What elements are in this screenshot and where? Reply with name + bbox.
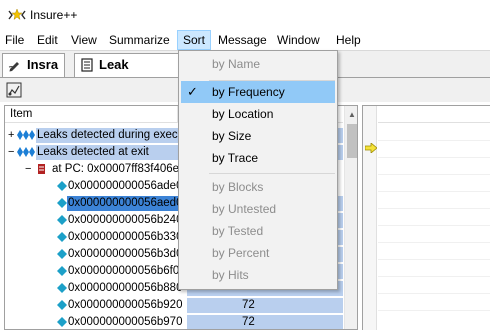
scroll-up-icon[interactable]: ▲ [348,110,356,119]
checkmark-icon: ✓ [187,84,198,99]
expand-toggle[interactable]: + [8,127,14,144]
tree-row-label: 0x000000000056b330 [68,231,183,243]
source-header [378,106,490,123]
collapse-toggle[interactable]: − [25,161,31,178]
menu-separator [209,173,335,174]
document-icon [81,58,93,72]
grid-line [378,140,490,141]
current-line-arrow-icon [365,143,377,153]
menu-summarize[interactable]: Summarize [104,30,175,50]
tree-row-label: 0x000000000056b970 [68,316,183,328]
tree-row-label: Leaks detected during exec [37,129,178,141]
grid-line [378,242,490,243]
gutter [363,106,377,330]
row-highlight [187,315,343,329]
menu-item-by-hits[interactable]: by Hits [181,264,335,286]
stack-frame-icon [38,164,45,174]
tree-row[interactable]: 0x000000000056b920 72 [5,297,343,314]
tree-row-label: 0x000000000056b880 [68,282,183,294]
vertical-scrollbar[interactable]: ▲ [344,106,357,329]
leak-block-icon [57,181,67,191]
tab-insra-label: Insra [27,57,59,72]
menu-edit[interactable]: Edit [32,30,63,50]
menu-item-by-percent[interactable]: by Percent [181,242,335,264]
menu-window[interactable]: Window [272,30,325,50]
grid-line [378,157,490,158]
pointer-tool-icon[interactable] [6,82,22,98]
menu-item-by-name[interactable]: by Name [181,53,335,75]
sort-menu: by Name ✓ by Frequency by Location by Si… [178,50,338,290]
leak-count: 72 [242,316,255,328]
leak-block-icon [57,249,67,259]
collapse-toggle[interactable]: − [8,144,14,161]
menu-item-by-location[interactable]: by Location [181,103,335,125]
tree-row[interactable]: 0x000000000056b970 72 [5,314,343,329]
grid-line [378,208,490,209]
title-bar: Insure++ [0,0,490,30]
tree-row-label: 0x000000000056b240 [68,214,183,226]
tree-row-label: 0x000000000056b6f0 [68,265,180,277]
menu-bar: File Edit View Summarize Sort Message Wi… [0,30,490,50]
column-header-item: Item [10,108,33,120]
grid-line [378,293,490,294]
grid-line [378,191,490,192]
menu-file[interactable]: File [0,30,29,50]
leak-group-icon [17,130,35,140]
tree-row-label: Leaks detected at exit [37,146,149,158]
menu-message[interactable]: Message [213,30,272,50]
leak-block-icon [57,283,67,293]
menu-item-by-untested[interactable]: by Untested [181,198,335,220]
grid-line [378,276,490,277]
app-logo-icon [8,8,26,21]
menu-item-by-blocks[interactable]: by Blocks [181,176,335,198]
menu-item-by-size[interactable]: by Size [181,125,335,147]
leak-block-icon [57,317,67,327]
leak-count: 72 [242,299,255,311]
tree-row-label: 0x000000000056ade0 [68,180,183,192]
tree-row-label: 0x000000000056aed0 [68,197,183,209]
grid-line [378,174,490,175]
tree-row-label: 0x000000000056b3d0 [68,248,183,260]
window-title: Insure++ [30,8,78,22]
source-panel[interactable] [362,105,490,330]
scrollbar-thumb[interactable] [347,124,357,158]
leak-block-icon [57,215,67,225]
leak-group-icon [17,147,35,157]
menu-item-by-tested[interactable]: by Tested [181,220,335,242]
tree-row-label: at PC: 0x00007ff83f406e [52,163,180,175]
menu-item-by-frequency-label: by Frequency [212,85,285,99]
leak-block-icon [57,198,67,208]
menu-help[interactable]: Help [331,30,366,50]
menu-view[interactable]: View [66,30,102,50]
tree-row-label: 0x000000000056b920 [68,299,183,311]
grid-line [378,259,490,260]
leak-block-icon [57,266,67,276]
grid-line [378,225,490,226]
grid-line [378,310,490,311]
leak-block-icon [57,232,67,242]
menu-item-by-trace[interactable]: by Trace [181,147,335,169]
tab-insra[interactable]: Insra [2,53,66,77]
menu-item-by-frequency[interactable]: ✓ by Frequency [181,81,335,103]
pencil-icon [8,62,19,72]
leak-block-icon [57,300,67,310]
row-highlight [187,298,343,313]
tab-leak-summary[interactable]: Leak summa [74,53,184,94]
menu-sort[interactable]: Sort [177,30,212,50]
